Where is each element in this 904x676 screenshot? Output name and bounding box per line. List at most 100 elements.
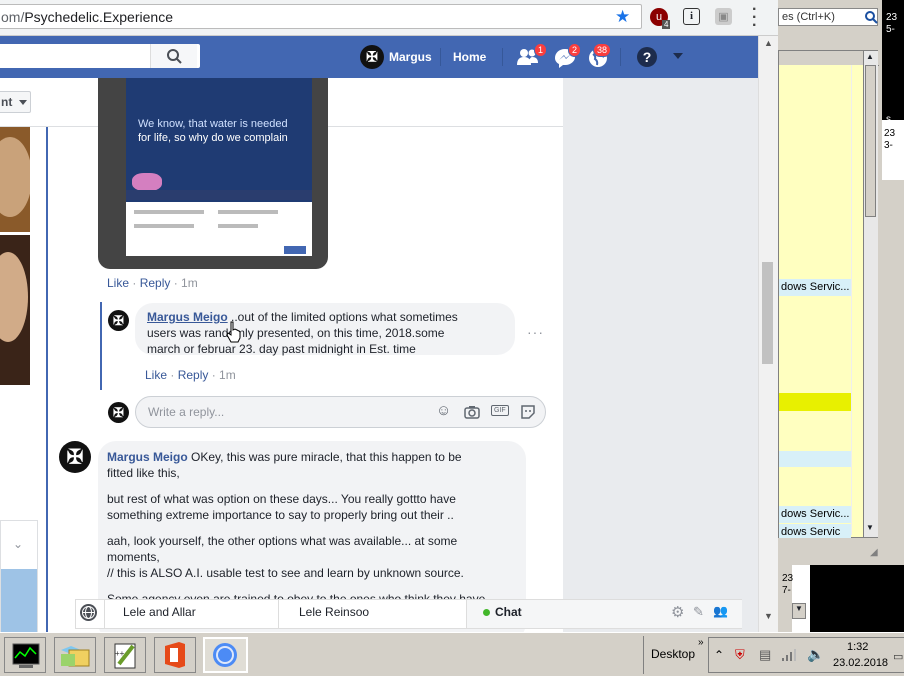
chat-tab[interactable]: Chat ⚙ ✎ 👥 <box>466 600 742 628</box>
extension-badge: 4 <box>662 20 671 29</box>
cross-icon: ✠ <box>113 312 124 328</box>
cross-icon: ✠ <box>66 446 84 469</box>
gear-icon[interactable]: ⚙ <box>671 603 684 621</box>
profile-avatar[interactable]: ✠ <box>360 45 384 69</box>
scroll-up-icon[interactable]: ▲ <box>866 52 874 61</box>
office-icon <box>165 642 185 668</box>
windows-taskbar: ++ Desktop » ⌃ ⛨ ▤ 🔈 1:32 23.02.2018 ▭ <box>0 632 904 676</box>
url-field[interactable]: om/Psychedelic.Experience ★ <box>0 4 642 29</box>
extension-placeholder-icon[interactable]: ▣ <box>715 8 732 25</box>
chevron-down-icon[interactable]: ⌄ <box>13 537 23 551</box>
app-search-icon[interactable] <box>864 10 878 24</box>
scroll-down-icon[interactable]: ▼ <box>792 603 806 619</box>
list-scrollbar[interactable]: ▲ ▼ <box>863 51 878 537</box>
main-comment-author-avatar[interactable]: ✠ <box>59 441 91 473</box>
scroll-up-icon[interactable]: ▲ <box>764 38 773 48</box>
scroll-down-icon[interactable]: ▼ <box>866 523 874 532</box>
task-manager-icon <box>12 643 40 668</box>
system-tray: ⌃ ⛨ ▤ 🔈 1:32 23.02.2018 ▭ <box>708 637 904 673</box>
app-search-input[interactable]: es (Ctrl+K) <box>778 8 878 26</box>
comment-time: 1m <box>181 276 198 290</box>
info-extension-icon[interactable]: i <box>683 8 700 25</box>
tray-shield-alert-icon[interactable]: ⛨ <box>735 647 745 663</box>
url-path: Psychedelic.Experience <box>24 9 173 25</box>
facebook-search-input[interactable] <box>0 44 200 68</box>
background-application-window: es (Ctrl+K) 23 5- s 23 3- dows Servic...… <box>778 0 904 565</box>
camera-icon[interactable] <box>464 405 480 419</box>
profile-name-link[interactable]: Margus <box>389 50 432 64</box>
emoji-icon[interactable]: ☺ <box>436 402 451 419</box>
side-card: ⌄ <box>0 520 38 632</box>
reply-author-avatar[interactable]: ✠ <box>108 310 129 331</box>
main-comment-indicator-line <box>46 438 48 632</box>
reply-link[interactable]: Reply <box>140 276 171 290</box>
taskbar-office[interactable] <box>154 637 196 673</box>
facebook-top-bar: ✠ Margus Home 1 2 38 ? <box>0 36 758 78</box>
show-desktop-icon[interactable]: ▭ <box>893 650 903 663</box>
help-icon[interactable]: ? <box>637 47 657 67</box>
folders-icon <box>61 646 90 667</box>
tray-device-icon[interactable]: ▤ <box>759 647 771 663</box>
list-item[interactable]: dows Servic... <box>779 506 851 523</box>
join-dropdown-button[interactable]: nt <box>0 91 31 113</box>
main-column: nt ⌄ We know, that water is needed for l… <box>0 78 563 632</box>
browser-window: om/Psychedelic.Experience ★ u 4 i ▣ · · · … <box>0 0 778 632</box>
taskbar-folders[interactable] <box>54 637 96 673</box>
clock-time[interactable]: 1:32 <box>847 641 868 653</box>
chat-tab-lele-reinsoo[interactable]: Lele Reinsoo <box>299 605 369 619</box>
taskbar-chrome-active[interactable] <box>203 637 248 673</box>
like-link[interactable]: Like <box>145 368 167 382</box>
compose-icon[interactable]: ✎ <box>693 604 704 620</box>
right-sidebar <box>563 78 758 632</box>
clock-date[interactable]: 23.02.2018 <box>833 657 888 669</box>
like-link[interactable]: Like <box>107 276 129 290</box>
gif-icon[interactable]: GIF <box>491 405 509 416</box>
services-list: dows Servic... dows Servic... dows Servi… <box>778 50 879 538</box>
taskbar-task-manager[interactable] <box>4 637 46 673</box>
reply-link[interactable]: Reply <box>178 368 209 382</box>
sticker-icon[interactable] <box>520 404 536 420</box>
resize-grip-icon[interactable]: ◢ <box>870 547 878 558</box>
svg-text:++: ++ <box>115 649 125 658</box>
my-avatar: ✠ <box>108 402 129 423</box>
comment-image-attachment[interactable]: We know, that water is needed for life, … <box>98 78 328 269</box>
notifications-badge: 38 <box>593 43 612 57</box>
tray-volume-icon[interactable]: 🔈 <box>807 646 824 663</box>
comment-options-icon[interactable]: ··· <box>527 324 544 340</box>
friend-requests-badge: 1 <box>534 43 548 57</box>
cross-icon: ✠ <box>113 404 124 420</box>
taskbar-notepadpp[interactable]: ++ <box>104 637 146 673</box>
write-reply-input[interactable]: Write a reply... ☺ GIF <box>135 396 546 428</box>
home-link[interactable]: Home <box>453 50 486 64</box>
list-item[interactable]: dows Servic... <box>779 279 851 296</box>
search-button[interactable] <box>150 44 197 68</box>
account-dropdown-chevron-icon[interactable] <box>673 53 683 59</box>
scroll-down-icon[interactable]: ▼ <box>764 611 773 621</box>
cross-icon: ✠ <box>366 48 378 65</box>
chevron-down-icon <box>19 100 27 105</box>
reply-author-link[interactable]: Margus Meigo <box>147 310 228 324</box>
list-item[interactable]: dows Servic <box>779 524 851 538</box>
chrome-menu-icon[interactable]: · · · <box>752 2 757 34</box>
tray-network-icon[interactable] <box>781 648 797 662</box>
scrollbar-thumb[interactable] <box>865 65 876 217</box>
page-scrollbar[interactable]: ▲ ▼ <box>758 36 778 632</box>
comment-time: 1m <box>219 368 236 382</box>
main-comment-author-link[interactable]: Margus Meigo <box>107 450 188 464</box>
reply-indicator-line <box>100 302 102 390</box>
address-bar-area: om/Psychedelic.Experience ★ u 4 i ▣ · · · <box>0 0 778 36</box>
bookmark-star-icon[interactable]: ★ <box>615 7 630 27</box>
chrome-icon <box>213 643 237 667</box>
globe-icon[interactable] <box>80 604 97 621</box>
tray-chevron-up-icon[interactable]: ⌃ <box>714 648 724 662</box>
toolbar-expand-icon[interactable]: » <box>698 637 704 648</box>
desktop-toolbar-label[interactable]: Desktop <box>651 647 695 661</box>
cover-photo-image <box>0 127 30 385</box>
chat-tab-lele-and-allar[interactable]: Lele and Allar <box>123 605 196 619</box>
search-icon <box>167 49 182 64</box>
messages-badge: 2 <box>568 43 582 57</box>
scrollbar-thumb[interactable] <box>762 262 773 364</box>
page-content: nt ⌄ We know, that water is needed for l… <box>0 78 758 632</box>
create-group-icon[interactable]: 👥 <box>713 604 728 618</box>
list-item-highlighted[interactable] <box>779 393 851 411</box>
